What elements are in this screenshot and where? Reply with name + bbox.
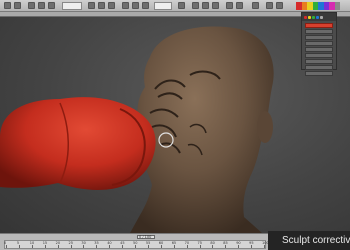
- unlink-icon[interactable]: [38, 2, 45, 9]
- reference-coordinate-dropdown[interactable]: [154, 2, 172, 10]
- modify-tab-icon[interactable]: [308, 15, 311, 19]
- timeline-tick: [70, 245, 72, 248]
- perspective-viewport[interactable]: [0, 17, 350, 233]
- timeline-tick: [122, 245, 124, 248]
- select-object-icon[interactable]: [88, 2, 95, 9]
- timeline-tick: [264, 245, 265, 248]
- selection-filter-dropdown[interactable]: [62, 2, 82, 10]
- timeline-tick: [251, 245, 253, 248]
- scale-icon[interactable]: [142, 2, 149, 9]
- boxing-glove[interactable]: [0, 97, 156, 190]
- timeline-tick-label: 85: [223, 241, 228, 245]
- time-slider-label: 0 / 100: [139, 235, 152, 239]
- percent-snap-icon[interactable]: [212, 2, 219, 9]
- undo-icon[interactable]: [4, 2, 11, 9]
- command-panel: [301, 12, 337, 76]
- command-panel-button[interactable]: [305, 71, 333, 76]
- timeline-tick-label: 55: [145, 241, 151, 245]
- command-panel-button[interactable]: [305, 41, 333, 46]
- color-swatch[interactable]: [334, 2, 340, 10]
- timeline-tick: [44, 245, 46, 248]
- command-panel-header: [302, 13, 336, 21]
- timeline-tick: [18, 245, 20, 248]
- main-toolbar: [0, 0, 350, 12]
- timeline-tick-label: 65: [171, 241, 177, 245]
- render-setup-icon[interactable]: [266, 2, 273, 9]
- motion-tab-icon[interactable]: [316, 15, 319, 19]
- command-panel-button[interactable]: [305, 59, 333, 64]
- bind-icon[interactable]: [48, 2, 55, 9]
- timeline-tick: [186, 245, 188, 248]
- timeline-tick: [96, 245, 98, 248]
- hierarchy-tab-icon[interactable]: [312, 15, 315, 19]
- timeline-tick-label: 50: [133, 241, 138, 245]
- render-icon[interactable]: [276, 2, 283, 9]
- timeline-tick-label: 95: [249, 241, 254, 245]
- timeline-tick: [6, 245, 7, 248]
- align-icon[interactable]: [236, 2, 243, 9]
- timeline-tick-label: 30: [81, 241, 86, 245]
- timeline-tick: [135, 245, 136, 248]
- timeline-tick-label: 90: [236, 241, 241, 245]
- timeline-tick: [160, 245, 162, 248]
- utilities-tab-icon[interactable]: [320, 15, 323, 19]
- timeline-tick: [225, 245, 227, 248]
- timeline-tick: [31, 245, 33, 248]
- timeline-track[interactable]: 0 5 10 15 20 25 30 35 40 45 50 55 60 65 70 75 80 85 90 95 10…: [4, 240, 269, 249]
- mirror-icon[interactable]: [226, 2, 233, 9]
- timeline-tick: [173, 245, 175, 248]
- timeline-tick: [147, 245, 149, 248]
- rectangular-selection-icon[interactable]: [108, 2, 115, 9]
- timeline-tick-label: 80: [210, 241, 215, 245]
- timeline-tick-label: 40: [107, 241, 112, 245]
- timeline-tick-label: 75: [197, 241, 202, 245]
- move-icon[interactable]: [122, 2, 129, 9]
- time-slider[interactable]: 0 / 100: [137, 235, 155, 239]
- viewport-scene: [0, 26, 274, 233]
- timeline-tick: [109, 245, 111, 248]
- video-caption: Sculpt corrective: [268, 231, 350, 250]
- rotate-icon[interactable]: [132, 2, 139, 9]
- timeline-tick-label: 70: [184, 241, 190, 245]
- timeline-tick: [57, 245, 59, 248]
- timeline-tick-label: 5: [16, 241, 20, 245]
- snap-icon[interactable]: [192, 2, 199, 9]
- timeline-tick-label: 45: [120, 241, 125, 245]
- timeline-tick-label: 25: [68, 241, 73, 245]
- link-icon[interactable]: [28, 2, 35, 9]
- timeline-tick: [238, 245, 240, 248]
- redo-icon[interactable]: [14, 2, 21, 9]
- caption-text: Sculpt corrective: [282, 235, 350, 246]
- timeline-tick-label: 20: [55, 241, 61, 245]
- timeline-tick-label: 15: [42, 241, 48, 245]
- timeline-tick-label: 60: [158, 241, 164, 245]
- ear: [257, 111, 273, 143]
- command-panel-button[interactable]: [305, 65, 333, 70]
- pivot-icon[interactable]: [178, 2, 185, 9]
- timeline-tick-label: 35: [94, 241, 99, 245]
- create-tab-icon[interactable]: [304, 15, 307, 19]
- material-editor-icon[interactable]: [252, 2, 259, 9]
- timeline-tick-label: 0: [4, 241, 7, 245]
- active-sculpt-button[interactable]: [305, 23, 333, 28]
- timeline-tick-label: 10: [29, 241, 35, 245]
- command-panel-buttons: [302, 29, 336, 76]
- timeline-tick: [199, 245, 201, 248]
- select-by-name-icon[interactable]: [98, 2, 105, 9]
- timeline-tick: [212, 245, 214, 248]
- command-panel-button[interactable]: [305, 29, 333, 34]
- command-panel-button[interactable]: [305, 47, 333, 52]
- command-panel-button[interactable]: [305, 53, 333, 58]
- command-panel-button[interactable]: [305, 35, 333, 40]
- angle-snap-icon[interactable]: [202, 2, 209, 9]
- color-swatch-strip: [296, 2, 340, 10]
- timeline: 0 / 100 0 5 10 15 20 25 30 35 40 45 50 55 60 65 70 75 80…: [0, 233, 269, 250]
- timeline-tick: [83, 245, 85, 248]
